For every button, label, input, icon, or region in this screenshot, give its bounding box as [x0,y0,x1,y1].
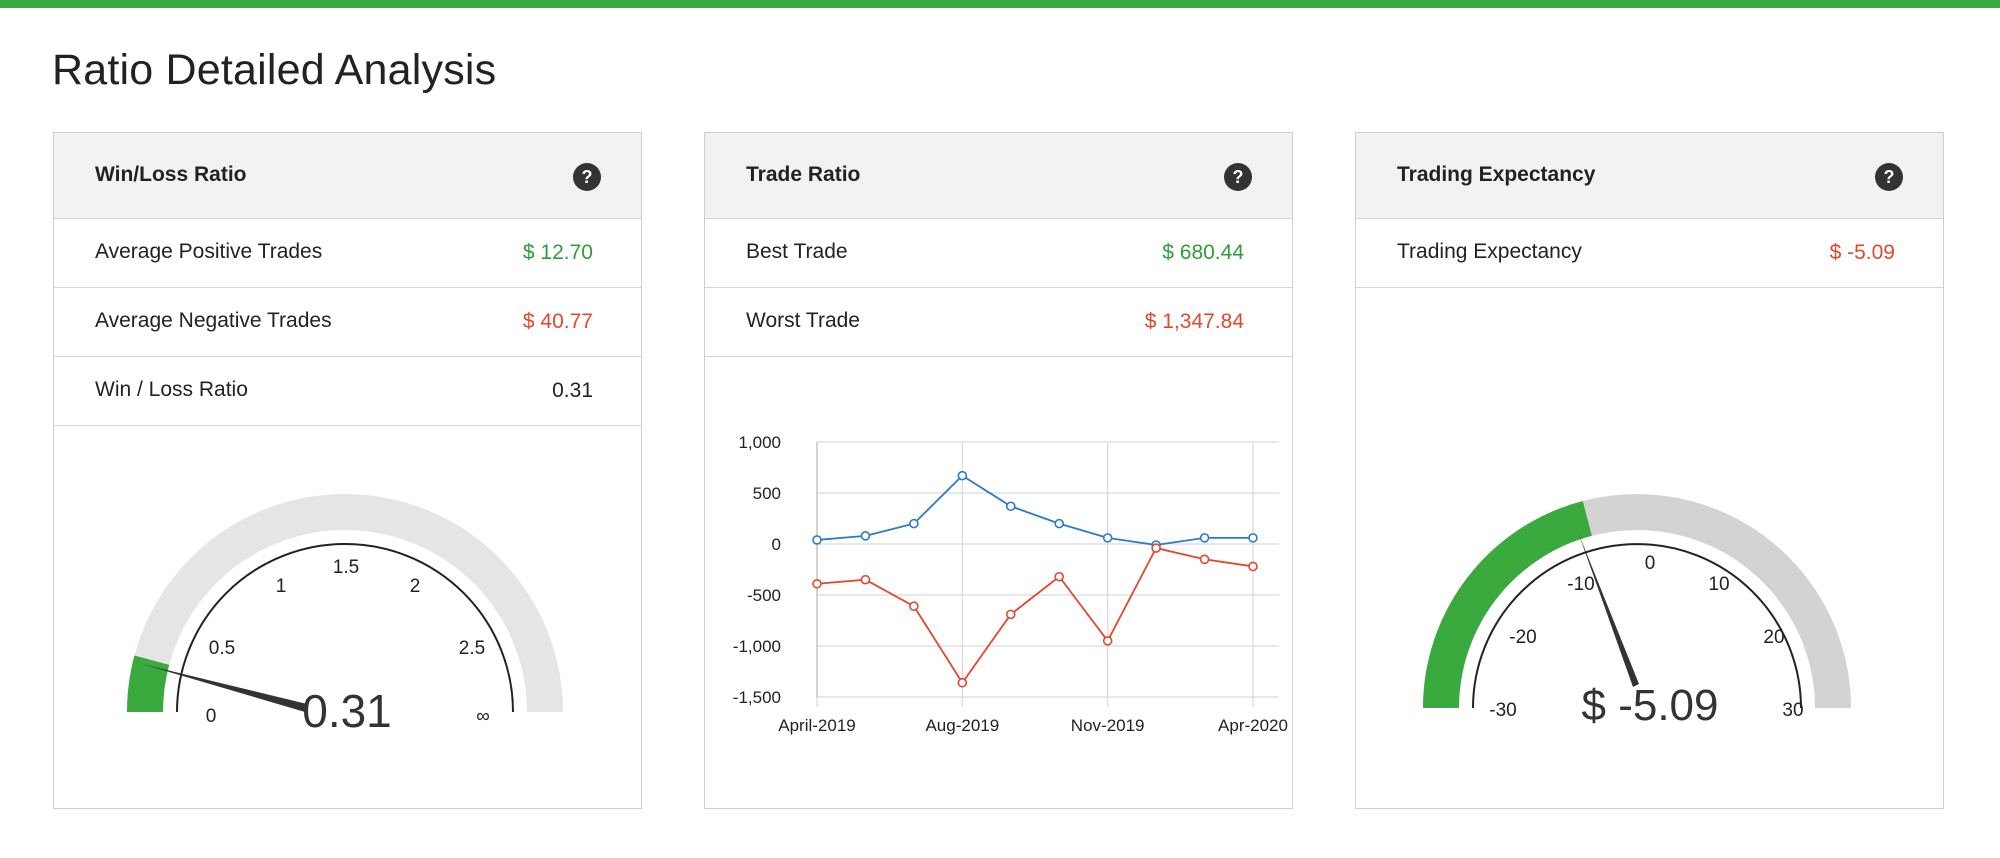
data-point [1005,501,1016,512]
y-tick-label: 500 [753,484,781,503]
stat-label: Average Negative Trades [95,309,332,332]
data-point [1054,518,1065,529]
data-point [1199,554,1210,565]
stat-row: Trading Expectancy $ -5.09 [1356,219,1943,288]
y-tick-label: -500 [747,586,781,605]
y-tick-label: -1,000 [733,637,781,656]
gauge-tick-label: ∞ [476,706,490,727]
y-tick-label: 1,000 [738,433,781,452]
gauge-tick-label: 20 [1763,627,1784,648]
gauge-tick-label: 2 [410,576,421,597]
stat-label: Best Trade [746,240,848,263]
stat-label: Win / Loss Ratio [95,378,248,401]
data-point [957,470,968,481]
gauge-tick-label: 30 [1782,700,1803,721]
data-point [1054,571,1065,582]
x-tick-label: Aug-2019 [925,716,999,735]
stat-value: $ 680.44 [1162,241,1244,264]
gauge-fill [126,655,170,713]
stat-row: Best Trade $ 680.44 [705,219,1292,288]
series-line-0 [816,474,1253,546]
gauge-tick-label: 2.5 [459,638,485,659]
gauge-tick-label: 0.5 [209,638,235,659]
data-point [1248,561,1258,572]
stat-value: $ 12.70 [522,241,593,264]
stat-value: $ -5.09 [1829,241,1895,264]
gauge-tick-label: -10 [1567,574,1594,595]
gauge-value: $ -5.09 [1582,681,1719,730]
card-header: Win/Loss Ratio ? [54,133,641,219]
stat-row: Average Positive Trades $ 12.70 [54,219,641,288]
stat-label: Average Positive Trades [95,240,323,263]
gauge-tick-label: -20 [1509,627,1536,648]
trade-line-chart: 1,000 500 0 -500 -1,000 -1,500 April-2019 Aug-2… [733,433,1288,735]
x-tick-label: April-2019 [778,716,856,735]
trading-expectancy-gauge: -30 -20 -10 0 10 20 30 $ -5.09 [1423,494,1851,730]
gauge-tick-label: 0 [206,706,217,727]
data-point [909,601,919,612]
stat-row: Worst Trade $ 1,347.84 [705,288,1292,357]
stat-label: Trading Expectancy [1397,240,1582,263]
card-title: Trade Ratio [746,163,861,186]
stat-value: 0.31 [552,379,593,402]
gauge-needle [142,664,307,712]
data-point [860,574,871,585]
gauge-track [1423,494,1851,709]
trade-ratio-card: Trade Ratio ? Best Trade $ 680.44 Worst … [704,132,1293,809]
y-tick-label: -1,500 [733,688,781,707]
stat-row: Win / Loss Ratio 0.31 [54,357,641,426]
data-point [860,531,871,541]
gauge-fill [1423,500,1593,709]
gauge-tick-label: 10 [1708,574,1729,595]
series-line-1 [816,547,1254,685]
data-point [1199,533,1210,543]
data-point [812,535,822,545]
trading-expectancy-card: Trading Expectancy ? Trading Expectancy … [1355,132,1944,809]
stat-label: Worst Trade [746,309,860,332]
data-point [1151,543,1161,553]
gauge-tick-label: -30 [1489,700,1516,721]
question-circle-icon[interactable]: ? [1224,163,1252,191]
data-point [1005,609,1016,620]
card-title: Win/Loss Ratio [95,163,247,186]
x-tick-label: Apr-2020 [1218,716,1288,735]
gauge-value: 0.31 [302,685,392,737]
data-point [1102,636,1113,646]
gauge-tick-label: 1.5 [333,557,359,578]
x-tick-label: Nov-2019 [1071,716,1145,735]
data-point [957,677,968,688]
stat-value: $ 40.77 [522,310,593,333]
win-loss-card: Win/Loss Ratio ? Average Positive Trades… [53,132,642,809]
y-tick-label: 0 [772,535,781,554]
data-point [1248,533,1258,543]
data-point [1102,533,1113,543]
stat-value: $ 1,347.84 [1144,310,1244,333]
card-header: Trade Ratio ? [705,133,1292,219]
top-accent-bar [0,0,2000,8]
gauge-tick-label: 1 [276,576,287,597]
data-point [909,518,919,529]
card-header: Trading Expectancy ? [1356,133,1943,219]
question-circle-icon[interactable]: ? [1875,163,1903,191]
question-circle-icon[interactable]: ? [573,163,601,191]
data-point [812,578,822,589]
card-title: Trading Expectancy [1397,163,1596,186]
gauge-tick-label: 0 [1645,553,1656,574]
stat-row: Average Negative Trades $ 40.77 [54,288,641,357]
gauge-needle [1578,532,1639,687]
page-title: Ratio Detailed Analysis [52,46,497,94]
win-loss-gauge: 0 0.5 1 1.5 2 2.5 ∞ 0.31 [126,494,563,737]
